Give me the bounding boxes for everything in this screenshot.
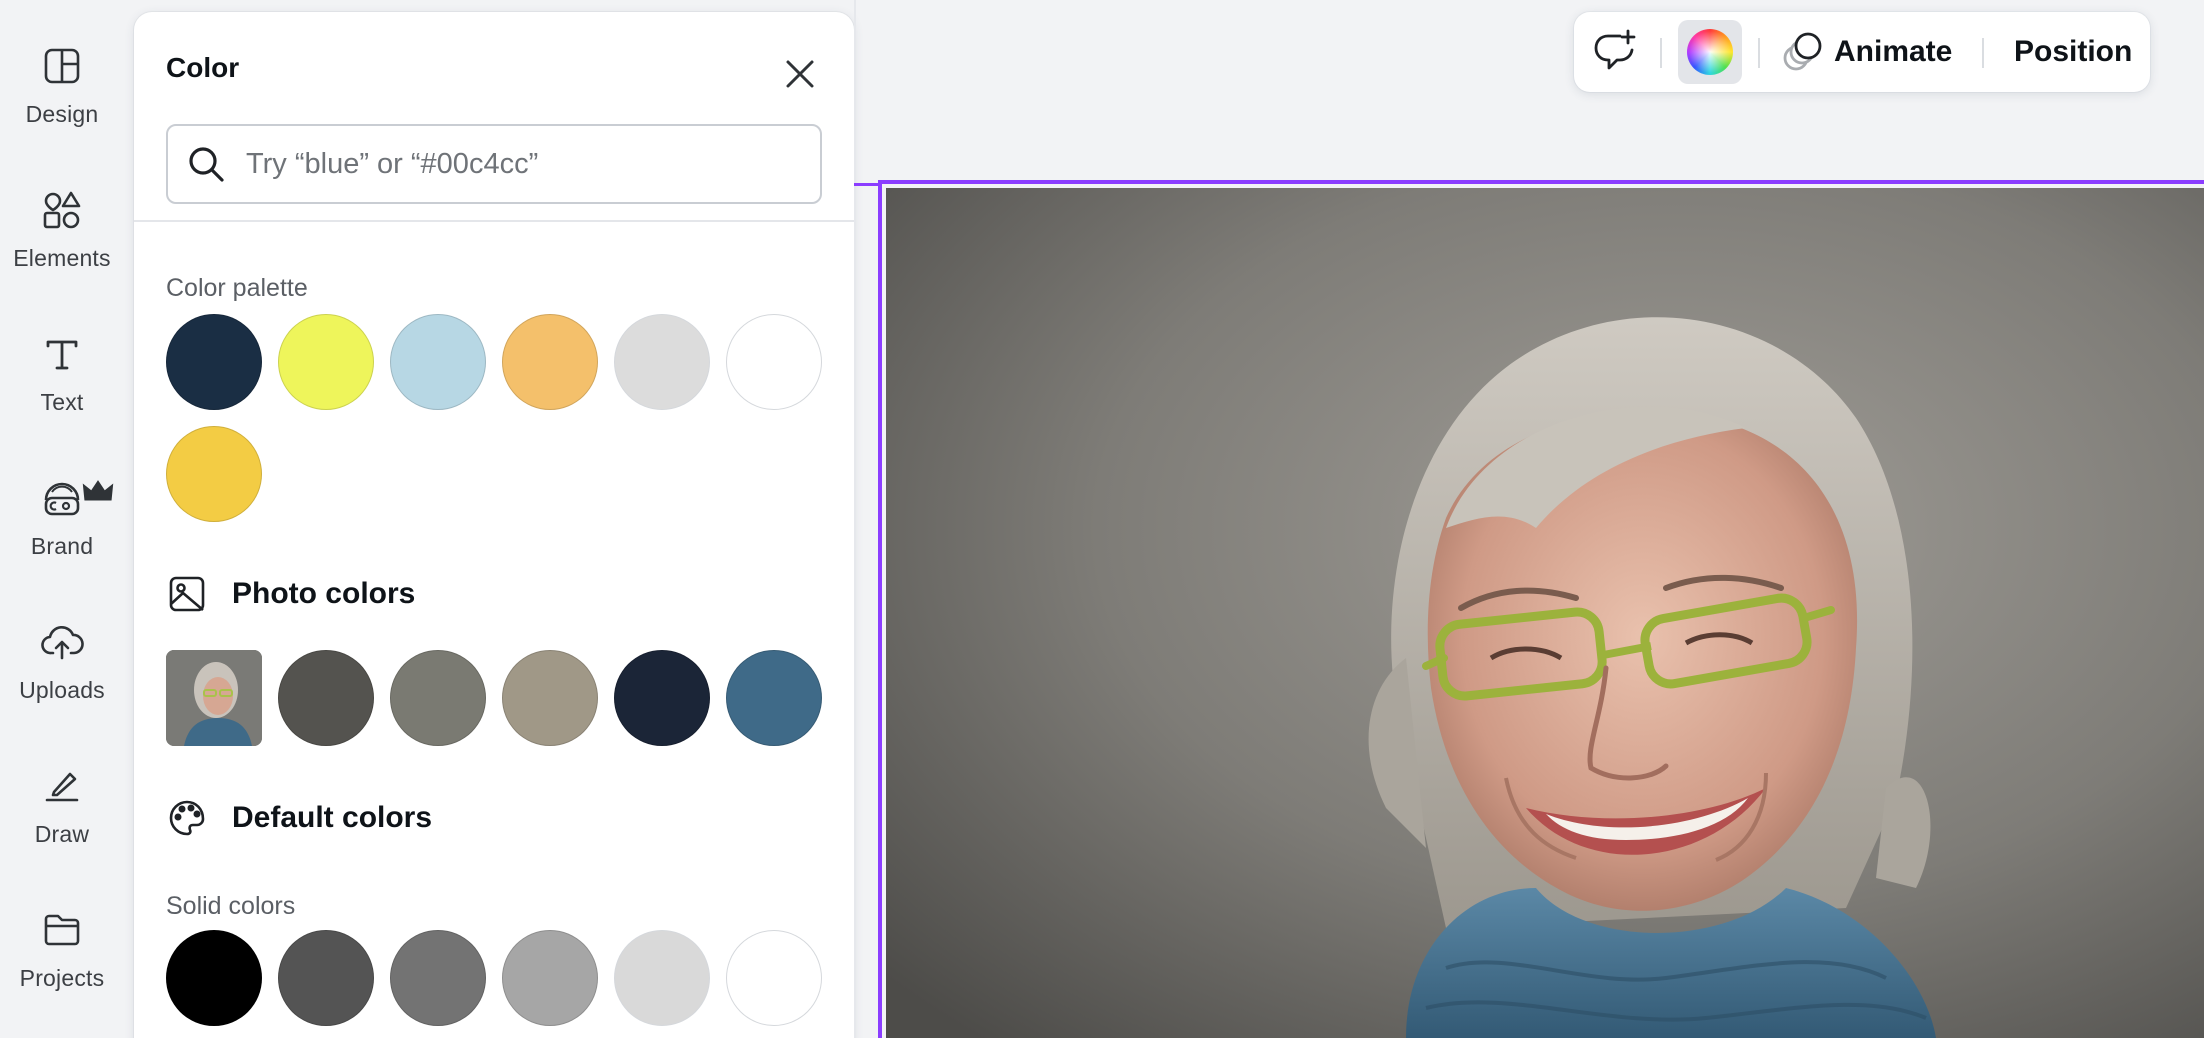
text-icon bbox=[40, 332, 84, 376]
sidebar-item-design[interactable]: Design bbox=[0, 6, 124, 130]
sidebar-item-brand[interactable]: Brand bbox=[0, 438, 124, 562]
color-wheel-icon bbox=[1687, 29, 1733, 75]
sidebar-item-label: Brand bbox=[30, 533, 94, 559]
position-button[interactable]: Position bbox=[2014, 22, 2132, 82]
projects-icon bbox=[40, 908, 84, 952]
photo-color-swatch[interactable] bbox=[726, 650, 822, 746]
solid-color-swatch[interactable] bbox=[614, 930, 710, 1026]
solid-color-swatch[interactable] bbox=[726, 930, 822, 1026]
image-icon bbox=[166, 573, 208, 615]
divider bbox=[1758, 38, 1760, 68]
animate-button[interactable]: Animate bbox=[1778, 22, 1952, 82]
sidebar-item-label: Text bbox=[40, 389, 84, 415]
palette-swatch[interactable] bbox=[166, 426, 262, 522]
close-icon bbox=[786, 60, 814, 88]
sidebar-item-label: Draw bbox=[34, 821, 90, 847]
sidebar-item-label: Elements bbox=[13, 245, 111, 271]
close-button[interactable] bbox=[778, 52, 822, 96]
solid-colors-label: Solid colors bbox=[166, 892, 296, 920]
sidebar-item-label: Design bbox=[25, 101, 99, 127]
palette-swatch[interactable] bbox=[166, 314, 262, 410]
solid-color-swatch[interactable] bbox=[390, 930, 486, 1026]
solid-color-swatch[interactable] bbox=[278, 930, 374, 1026]
palette-icon bbox=[166, 797, 208, 839]
panel-edge bbox=[854, 0, 856, 1038]
design-icon bbox=[40, 44, 84, 88]
photo-color-swatch[interactable] bbox=[502, 650, 598, 746]
sidebar-item-uploads[interactable]: Uploads bbox=[0, 582, 124, 706]
photo-thumbnail[interactable] bbox=[166, 650, 262, 746]
divider bbox=[1982, 38, 1984, 68]
sidebar-item-text[interactable]: Text bbox=[0, 294, 124, 418]
search-icon bbox=[186, 144, 226, 184]
sidebar-item-draw[interactable]: Draw bbox=[0, 726, 124, 850]
add-comment-button[interactable] bbox=[1590, 28, 1638, 76]
palette-swatch[interactable] bbox=[278, 314, 374, 410]
solid-color-swatch[interactable] bbox=[502, 930, 598, 1026]
photo-color-swatch[interactable] bbox=[614, 650, 710, 746]
panel-title: Color bbox=[166, 52, 240, 83]
uploads-icon bbox=[40, 620, 84, 664]
sidebar-item-elements[interactable]: Elements bbox=[0, 150, 124, 274]
photo-colors-header: Photo colors bbox=[166, 574, 415, 614]
palette-swatch[interactable] bbox=[502, 314, 598, 410]
brand-icon bbox=[40, 470, 114, 520]
context-toolbar: Animate Position bbox=[1574, 12, 2150, 92]
palette-swatch[interactable] bbox=[390, 314, 486, 410]
elements-icon bbox=[40, 188, 84, 232]
color-panel: Color Color palette Photo colors bbox=[134, 12, 854, 1038]
sidebar-item-label: Projects bbox=[19, 965, 105, 991]
solid-color-swatch[interactable] bbox=[166, 930, 262, 1026]
crown-icon bbox=[76, 470, 114, 501]
add-comment-icon bbox=[1594, 29, 1636, 70]
color-search-input[interactable] bbox=[246, 147, 806, 181]
color-search-box[interactable] bbox=[166, 124, 822, 204]
draw-icon bbox=[40, 764, 84, 808]
default-colors-heading: Default colors bbox=[232, 801, 433, 834]
selection-guide bbox=[854, 183, 880, 186]
palette-swatch[interactable] bbox=[726, 314, 822, 410]
palette-swatch[interactable] bbox=[614, 314, 710, 410]
canvas-photo[interactable] bbox=[886, 188, 2204, 1038]
sidebar-item-projects[interactable]: Projects bbox=[0, 870, 124, 994]
color-palette-label: Color palette bbox=[166, 274, 308, 302]
sidebar-item-label: Uploads bbox=[19, 677, 105, 703]
divider bbox=[134, 220, 854, 222]
default-colors-header: Default colors bbox=[166, 798, 432, 838]
photo-color-swatch[interactable] bbox=[278, 650, 374, 746]
divider bbox=[1660, 38, 1662, 68]
animate-icon bbox=[1783, 32, 1822, 71]
color-picker-button[interactable] bbox=[1678, 20, 1742, 84]
animate-label: Animate bbox=[1834, 35, 1953, 68]
photo-color-swatch[interactable] bbox=[390, 650, 486, 746]
photo-colors-heading: Photo colors bbox=[232, 577, 416, 610]
side-navigation: Design Elements Text Brand Uploads Draw … bbox=[0, 0, 124, 1038]
